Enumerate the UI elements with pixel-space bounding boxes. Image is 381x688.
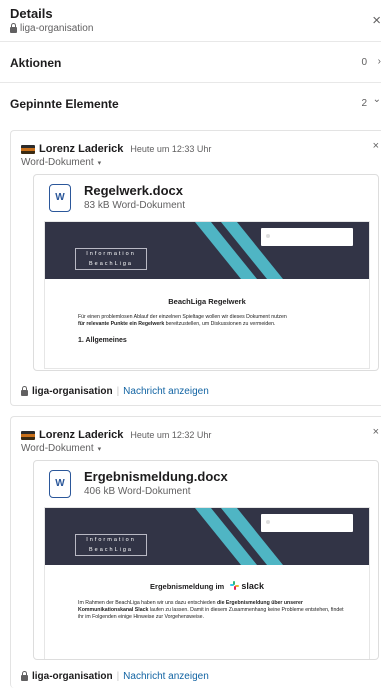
- file-attachment[interactable]: W Ergebnismeldung.docx 406 kB Word-Dokum…: [33, 460, 379, 660]
- doc-type-label: Word-Dokument: [21, 443, 94, 454]
- preview-banner: Information BeachLiga: [45, 222, 369, 279]
- channel-name-label: liga-organisation: [20, 23, 94, 34]
- slack-logo-icon: [230, 581, 240, 590]
- preview-paragraph: Für einen problemlosen Ablauf der einzel…: [78, 314, 287, 327]
- doc-type-dropdown[interactable]: Word-Dokument ▾: [21, 157, 101, 168]
- lock-icon: [10, 23, 17, 33]
- pinned-item[interactable]: Lorenz Laderick Heute um 12:33 Uhr × Wor…: [10, 130, 381, 406]
- preview-heading: Ergebnismeldung im slack: [150, 581, 264, 591]
- preview-banner: Information BeachLiga: [45, 508, 369, 565]
- actions-label: Aktionen: [10, 56, 62, 70]
- doc-type-dropdown[interactable]: Word-Dokument ▾: [21, 443, 101, 454]
- lock-icon: [21, 386, 28, 396]
- caret-down-icon: ▾: [97, 159, 102, 167]
- unpin-close-icon[interactable]: ×: [373, 140, 379, 152]
- footer-separator: |: [116, 386, 120, 397]
- banner-info-box: Information BeachLiga: [75, 534, 147, 556]
- preview-heading: BeachLiga Regelwerk: [168, 297, 246, 306]
- doc-type-label: Word-Dokument: [21, 157, 94, 168]
- pin-footer: liga-organisation | Nachricht anzeigen: [21, 386, 209, 397]
- view-message-link[interactable]: Nachricht anzeigen: [123, 671, 209, 682]
- panel-title: Details: [10, 6, 53, 21]
- channel-name[interactable]: liga-organisation: [10, 23, 93, 34]
- avatar[interactable]: [21, 430, 35, 440]
- pinned-item[interactable]: Lorenz Laderick Heute um 12:32 Uhr × Wor…: [10, 416, 381, 688]
- preview-subheading: 1. Allgemeines: [78, 337, 127, 344]
- details-header: Details liga-organisation ×: [0, 0, 381, 42]
- author-name[interactable]: Lorenz Laderick: [39, 143, 123, 155]
- word-file-icon: W: [49, 184, 71, 212]
- lock-icon: [21, 671, 28, 681]
- file-name[interactable]: Ergebnismeldung.docx: [84, 469, 228, 484]
- pinned-count: 2: [361, 98, 367, 109]
- footer-channel[interactable]: liga-organisation: [32, 386, 113, 397]
- file-meta: 83 kB Word-Dokument: [84, 200, 185, 211]
- timestamp[interactable]: Heute um 12:33 Uhr: [130, 144, 211, 154]
- word-file-icon: W: [49, 470, 71, 498]
- timestamp[interactable]: Heute um 12:32 Uhr: [130, 430, 211, 440]
- close-panel-icon[interactable]: ×: [372, 13, 381, 28]
- caret-down-icon: ▾: [97, 445, 102, 453]
- pinned-section[interactable]: Gepinnte Elemente 2 ⌄: [0, 83, 381, 124]
- view-message-link[interactable]: Nachricht anzeigen: [123, 386, 209, 397]
- avatar[interactable]: [21, 144, 35, 154]
- actions-count: 0: [361, 57, 367, 68]
- footer-separator: |: [116, 671, 120, 682]
- file-attachment[interactable]: W Regelwerk.docx 83 kB Word-Dokument Inf…: [33, 174, 379, 371]
- file-meta: 406 kB Word-Dokument: [84, 486, 191, 497]
- pin-footer: liga-organisation | Nachricht anzeigen: [21, 671, 209, 682]
- banner-info-box: Information BeachLiga: [75, 248, 147, 270]
- chevron-down-icon: ⌄: [372, 94, 381, 105]
- pinned-label: Gepinnte Elemente: [10, 97, 119, 111]
- chevron-right-icon: ›: [377, 56, 381, 67]
- actions-section[interactable]: Aktionen 0 ›: [0, 42, 381, 83]
- banner-logo-box: [261, 228, 353, 246]
- footer-channel[interactable]: liga-organisation: [32, 671, 113, 682]
- file-name[interactable]: Regelwerk.docx: [84, 183, 183, 198]
- preview-paragraph: Im Rahmen der BeachLiga haben wir uns da…: [78, 600, 344, 620]
- unpin-close-icon[interactable]: ×: [373, 426, 379, 438]
- document-preview[interactable]: Information BeachLiga BeachLiga Regelwer…: [44, 221, 370, 369]
- document-preview[interactable]: Information BeachLiga Ergebnismeldung im…: [44, 507, 370, 659]
- author-name[interactable]: Lorenz Laderick: [39, 429, 123, 441]
- banner-logo-box: [261, 514, 353, 532]
- message-header: Lorenz Laderick Heute um 12:33 Uhr: [21, 143, 211, 155]
- message-header: Lorenz Laderick Heute um 12:32 Uhr: [21, 429, 211, 441]
